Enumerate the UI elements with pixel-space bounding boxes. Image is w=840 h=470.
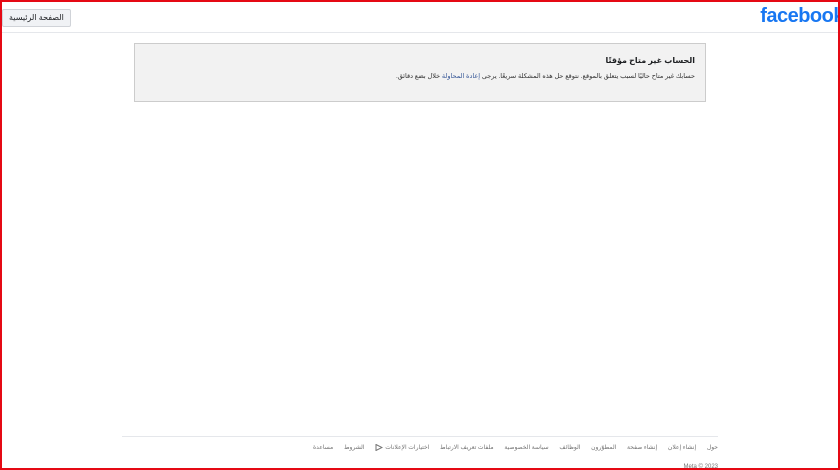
footer-link-create-ad[interactable]: إنشاء إعلان [668, 445, 696, 451]
footer-link-about[interactable]: حول [707, 445, 718, 451]
footer-links: حول إنشاء إعلان إنشاء صفحة المطوّرون الو… [304, 444, 718, 451]
adchoices-icon [375, 444, 384, 451]
footer-link-adchoices[interactable]: اختيارات الإعلانات [375, 444, 430, 452]
footer-link-careers[interactable]: الوظائف [559, 445, 580, 451]
footer: حول إنشاء إعلان إنشاء صفحة المطوّرون الو… [122, 436, 718, 470]
footer-link-create-page[interactable]: إنشاء صفحة [627, 445, 657, 451]
footer-link-cookies[interactable]: ملفات تعريف الارتباط [440, 445, 494, 451]
page-frame: الصفحة الرئيسية facebook الحساب غير متاح… [0, 0, 840, 470]
message-body: حسابك غير متاح حاليًا لسبب يتعلق بالموقع… [145, 72, 695, 80]
home-button[interactable]: الصفحة الرئيسية [2, 9, 71, 27]
footer-link-terms[interactable]: الشروط [344, 445, 365, 451]
unavailable-message-box: الحساب غير متاح مؤقتًا حسابك غير متاح حا… [134, 43, 706, 102]
footer-link-adchoices-label: اختيارات الإعلانات [385, 445, 430, 452]
retry-link[interactable]: إعادة المحاولة [442, 73, 480, 80]
message-body-tail: خلال بضع دقائق. [395, 73, 441, 80]
top-bar: الصفحة الرئيسية facebook [2, 2, 838, 33]
footer-link-privacy[interactable]: سياسة الخصوصية [504, 445, 548, 451]
footer-link-help[interactable]: مساعدة [313, 445, 333, 451]
footer-link-developers[interactable]: المطوّرون [591, 445, 616, 451]
message-body-text: حسابك غير متاح حاليًا لسبب يتعلق بالموقع… [481, 73, 695, 80]
facebook-logo[interactable]: facebook [760, 5, 838, 28]
message-title: الحساب غير متاح مؤقتًا [605, 56, 695, 65]
copyright: Meta © 2023 [683, 464, 718, 470]
